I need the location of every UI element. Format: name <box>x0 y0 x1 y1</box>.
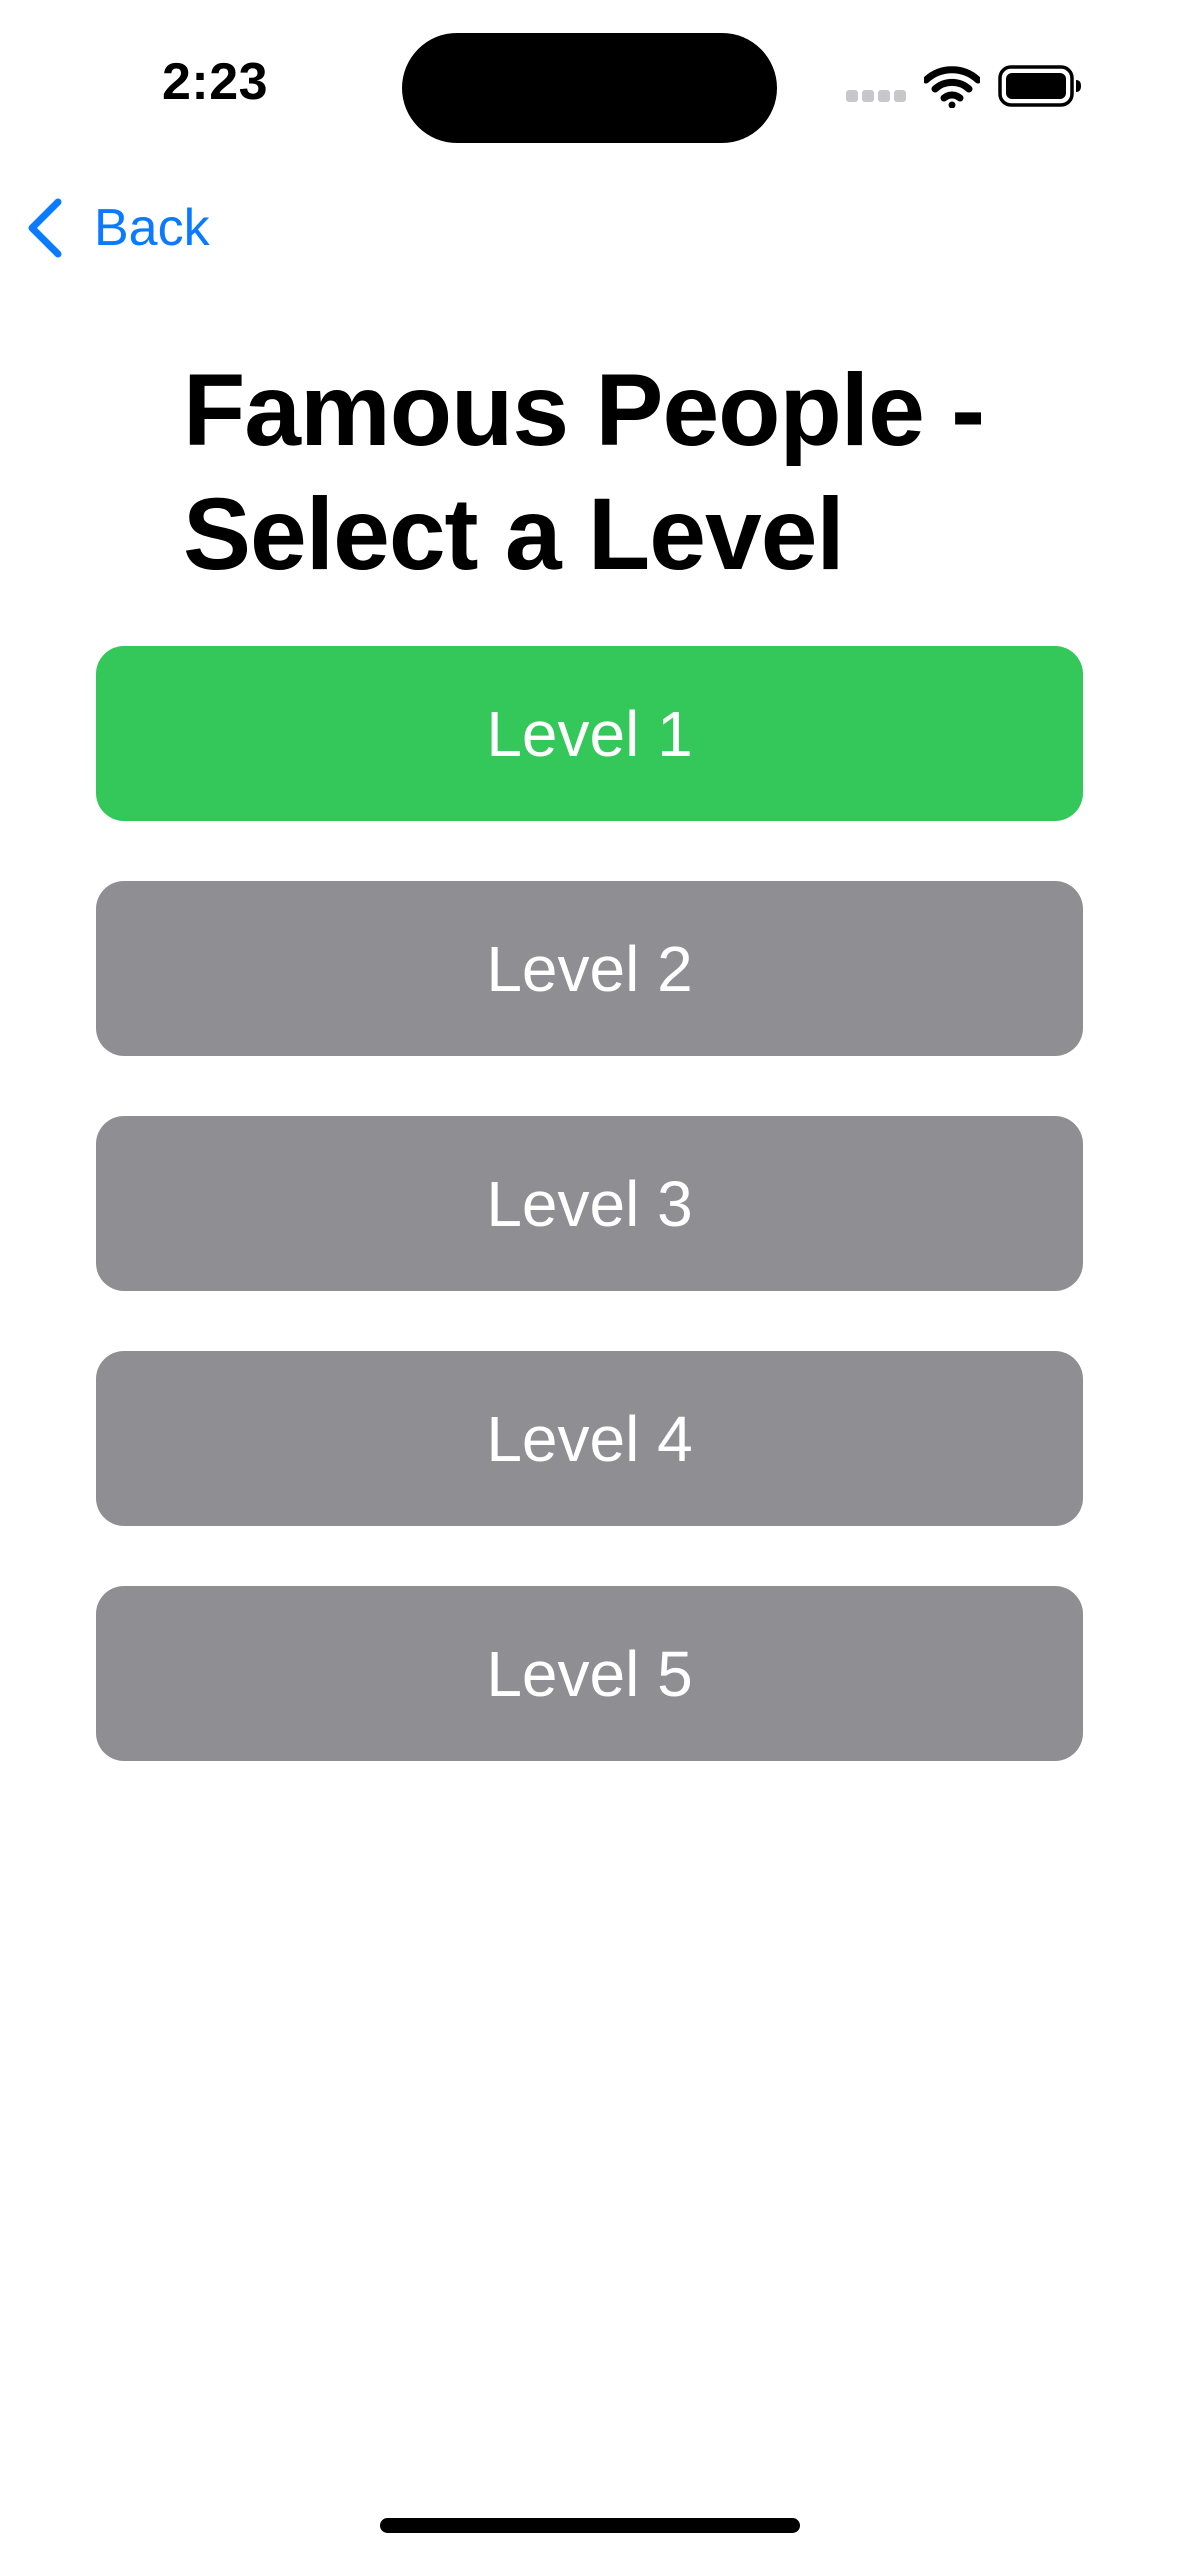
level-list: Level 1 Level 2 Level 3 Level 4 Level 5 <box>96 646 1083 1821</box>
level-2-button[interactable]: Level 2 <box>96 881 1083 1056</box>
dynamic-island <box>402 33 777 143</box>
back-label: Back <box>94 199 210 257</box>
chevron-left-icon <box>28 198 62 258</box>
level-button-label: Level 2 <box>486 932 693 1005</box>
status-bar: 2:23 <box>0 0 1179 150</box>
back-button[interactable]: Back <box>24 190 210 266</box>
level-button-label: Level 1 <box>486 697 693 770</box>
level-button-label: Level 3 <box>486 1167 693 1240</box>
level-3-button[interactable]: Level 3 <box>96 1116 1083 1291</box>
level-button-label: Level 4 <box>486 1402 693 1475</box>
home-indicator[interactable] <box>380 2518 800 2533</box>
level-5-button[interactable]: Level 5 <box>96 1586 1083 1761</box>
status-time: 2:23 <box>161 53 269 111</box>
page-title: Famous People - Select a Level <box>183 353 985 591</box>
cellular-signal-icon <box>846 90 906 104</box>
level-4-button[interactable]: Level 4 <box>96 1351 1083 1526</box>
level-1-button[interactable]: Level 1 <box>96 646 1083 821</box>
battery-icon <box>998 65 1081 107</box>
level-button-label: Level 5 <box>486 1637 693 1710</box>
wifi-icon <box>924 66 980 108</box>
